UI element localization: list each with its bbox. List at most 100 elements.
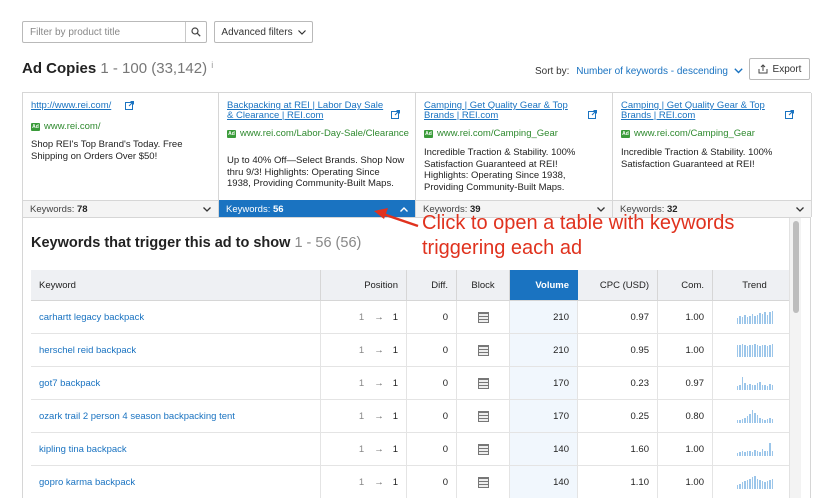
search-button[interactable] [185, 22, 206, 42]
export-button[interactable]: Export [749, 58, 810, 80]
trend-bar [749, 478, 751, 489]
trend-bar [754, 384, 756, 390]
trend-cell [713, 334, 797, 366]
trend-bar [739, 384, 741, 390]
trend-bar [751, 409, 754, 423]
trend-bar [749, 383, 751, 390]
position-from: 1 [358, 476, 365, 488]
position-from: 1 [358, 443, 365, 455]
column-header-keyword[interactable]: Keyword [31, 270, 321, 300]
column-header-cpc[interactable]: CPC (USD) [578, 270, 658, 300]
position-cell: 1 → 1 [321, 400, 407, 432]
ad-url-text: www.rei.com/ [44, 121, 101, 132]
sort-dropdown[interactable]: Number of keywords - descending [576, 66, 728, 77]
product-filter-field[interactable] [22, 21, 207, 43]
position-to: 1 [392, 344, 398, 356]
keyword-link[interactable]: herschel reid backpack [39, 345, 136, 356]
column-header-diff[interactable]: Diff. [407, 270, 457, 300]
cpc-cell: 0.95 [578, 334, 658, 366]
ad-copies-row: http://www.rei.com/ Ad www.rei.com/ Shop … [22, 92, 812, 218]
cpc-cell: 0.23 [578, 367, 658, 399]
keywords-panel-title: Keywords that trigger this ad to show 1 … [31, 235, 361, 251]
column-header-block[interactable]: Block [457, 270, 510, 300]
com-cell: 1.00 [658, 433, 713, 465]
advanced-filters-button[interactable]: Advanced filters [214, 21, 313, 43]
position-to: 1 [392, 377, 398, 389]
trend-bar [744, 382, 746, 390]
table-row: gopro karma backpack 1 → 1 0 140 1.10 1.00 [31, 466, 797, 498]
ad-title-link[interactable]: http://www.rei.com/ [31, 101, 193, 111]
trend-bar [766, 345, 769, 357]
block-cell [457, 301, 510, 333]
trend-bar [736, 317, 739, 324]
export-icon [758, 64, 768, 74]
table-row: kipling tina backpack 1 → 1 0 140 1.60 1.00 [31, 433, 797, 466]
keyword-link[interactable]: kipling tina backpack [39, 444, 127, 455]
scrollbar-thumb[interactable] [793, 221, 799, 313]
ad-title-link[interactable]: Camping | Get Quality Gear & Top Brands … [424, 101, 586, 120]
keyword-link[interactable]: gopro karma backpack [39, 477, 135, 488]
trend-bar [769, 442, 771, 456]
trend-bar [769, 344, 771, 357]
block-icon[interactable] [477, 377, 489, 389]
trend-cell [713, 433, 797, 465]
column-header-volume[interactable]: Volume [510, 270, 578, 300]
column-header-com[interactable]: Com. [658, 270, 713, 300]
trend-bar [756, 382, 759, 390]
trend-bar [759, 417, 761, 423]
info-icon[interactable]: i [211, 60, 213, 70]
trend-bar [771, 310, 774, 324]
position-cell: 1 → 1 [321, 367, 407, 399]
trend-bar [746, 450, 749, 456]
trend-bar [766, 450, 769, 456]
trend-bar [736, 385, 739, 390]
external-link-icon[interactable] [125, 101, 134, 110]
trend-bar [764, 384, 766, 390]
column-header-trend[interactable]: Trend [713, 270, 797, 300]
ad-card: Camping | Get Quality Gear & Top Brands … [613, 93, 812, 217]
trend-bar [749, 344, 751, 357]
trend-bar [756, 314, 759, 324]
keyword-cell: gopro karma backpack [31, 466, 321, 498]
trend-bar [761, 313, 764, 324]
ad-url: Ad www.rei.com/ [31, 121, 100, 132]
ad-url: Ad www.rei.com/Camping_Gear [621, 128, 755, 139]
ad-title-link[interactable]: Backpacking at REI | Labor Day Sale & Cl… [227, 101, 389, 120]
trend-bar [741, 481, 744, 489]
ad-badge-icon: Ad [227, 129, 236, 138]
trend-bar [754, 412, 756, 423]
trend-bar [756, 344, 759, 357]
keywords-toggle[interactable]: Keywords: 56 [219, 200, 415, 217]
block-icon[interactable] [477, 476, 489, 488]
column-header-position[interactable]: Position [321, 270, 407, 300]
block-icon[interactable] [477, 443, 489, 455]
keyword-link[interactable]: carhartt legacy backpack [39, 312, 144, 323]
trend-bar [746, 316, 749, 324]
keyword-link[interactable]: got7 backpack [39, 378, 100, 389]
trend-bar [764, 419, 766, 423]
cpc-cell: 0.25 [578, 400, 658, 432]
trend-bar [739, 344, 741, 357]
trend-bar [766, 314, 769, 324]
product-filter-input[interactable] [23, 22, 185, 42]
block-icon[interactable] [477, 344, 489, 356]
trend-bar [744, 451, 746, 456]
external-link-icon[interactable] [391, 110, 400, 119]
position-from: 1 [358, 410, 365, 422]
external-link-icon[interactable] [588, 110, 597, 119]
ad-title-link[interactable]: Camping | Get Quality Gear & Top Brands … [621, 101, 783, 120]
trend-bar [761, 448, 764, 456]
block-icon[interactable] [477, 311, 489, 323]
position-to: 1 [392, 443, 398, 455]
trend-bar [761, 418, 764, 423]
ad-card: Camping | Get Quality Gear & Top Brands … [416, 93, 613, 217]
trend-bar [736, 344, 739, 357]
export-label: Export [772, 63, 802, 75]
block-icon[interactable] [477, 410, 489, 422]
arrow-right-icon: → [374, 377, 384, 389]
keyword-link[interactable]: ozark trail 2 person 4 season backpackin… [39, 411, 235, 422]
external-link-icon[interactable] [785, 110, 794, 119]
advanced-filters-label: Advanced filters [221, 26, 293, 38]
block-cell [457, 367, 510, 399]
keywords-toggle[interactable]: Keywords: 78 [23, 200, 218, 217]
